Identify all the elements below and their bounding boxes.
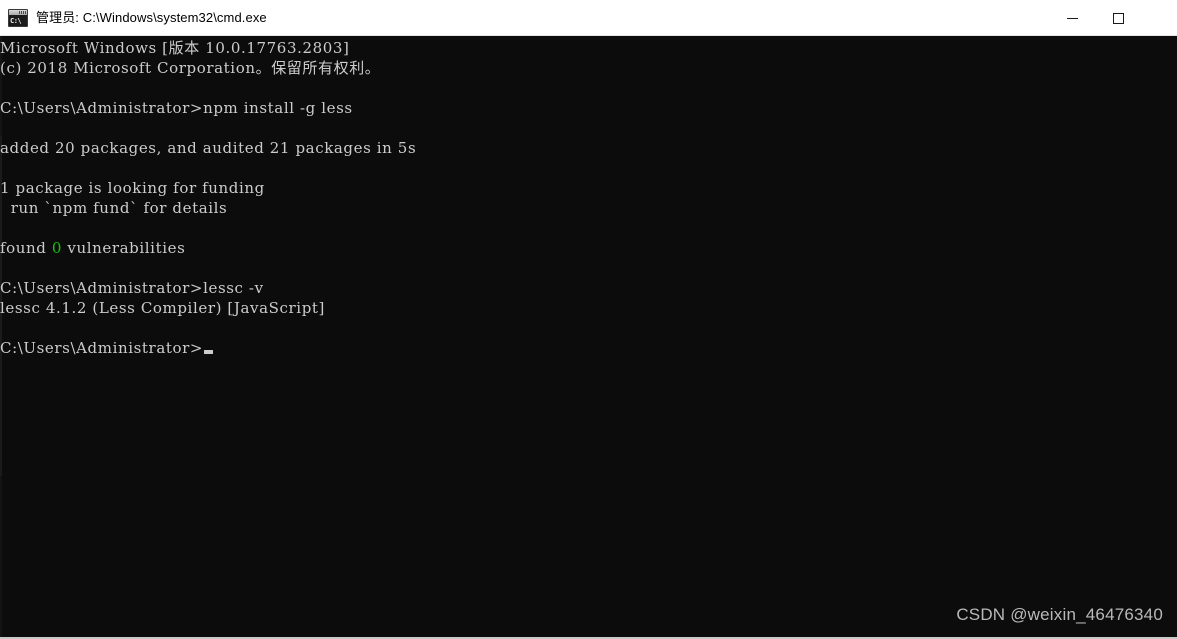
console-line: run `npm fund` for details <box>0 199 228 217</box>
icon-buttons-dots <box>19 10 26 14</box>
console-line: Microsoft Windows [版本 10.0.17763.2803] <box>0 39 350 57</box>
console-line: C:\Users\Administrator>lessc -v <box>0 279 264 297</box>
console-line: C:\Users\Administrator>npm install -g le… <box>0 99 353 117</box>
minimize-icon <box>1066 17 1078 19</box>
maximize-button[interactable] <box>1095 0 1141 36</box>
console-text-segment: 0 <box>51 239 63 257</box>
console-text-segment: vulnerabilities <box>62 239 186 257</box>
window-title: 管理员: C:\Windows\system32\cmd.exe <box>36 10 267 25</box>
console-line: found 0 vulnerabilities <box>0 238 416 258</box>
console-output-area[interactable]: Microsoft Windows [版本 10.0.17763.2803] (c… <box>0 36 1177 639</box>
cmd-window: C:\ 管理员: C:\Windows\system32\cmd.exe Mic… <box>0 0 1177 639</box>
cmd-console-icon: C:\ <box>8 8 28 27</box>
console-line: (c) 2018 Microsoft Corporation。保留所有权利。 <box>0 59 381 77</box>
console-line: 1 package is looking for funding <box>0 179 265 197</box>
console-line: lessc 4.1.2 (Less Compiler) [JavaScript] <box>0 299 325 317</box>
text-cursor <box>204 350 214 354</box>
console-text-segment: found <box>0 239 52 257</box>
minimize-button[interactable] <box>1049 0 1095 36</box>
titlebar[interactable]: C:\ 管理员: C:\Windows\system32\cmd.exe <box>0 0 1177 36</box>
console-line: C:\Users\Administrator> <box>0 338 416 358</box>
console-line: added 20 packages, and audited 21 packag… <box>0 139 417 157</box>
maximize-icon <box>1112 12 1124 24</box>
icon-prompt-text: C:\ <box>9 14 27 26</box>
watermark-text: CSDN @weixin_46476340 <box>956 605 1163 624</box>
window-controls <box>1049 0 1177 36</box>
console-text-buffer: Microsoft Windows [版本 10.0.17763.2803] (c… <box>0 36 416 358</box>
titlebar-right-spacer <box>1141 0 1177 36</box>
